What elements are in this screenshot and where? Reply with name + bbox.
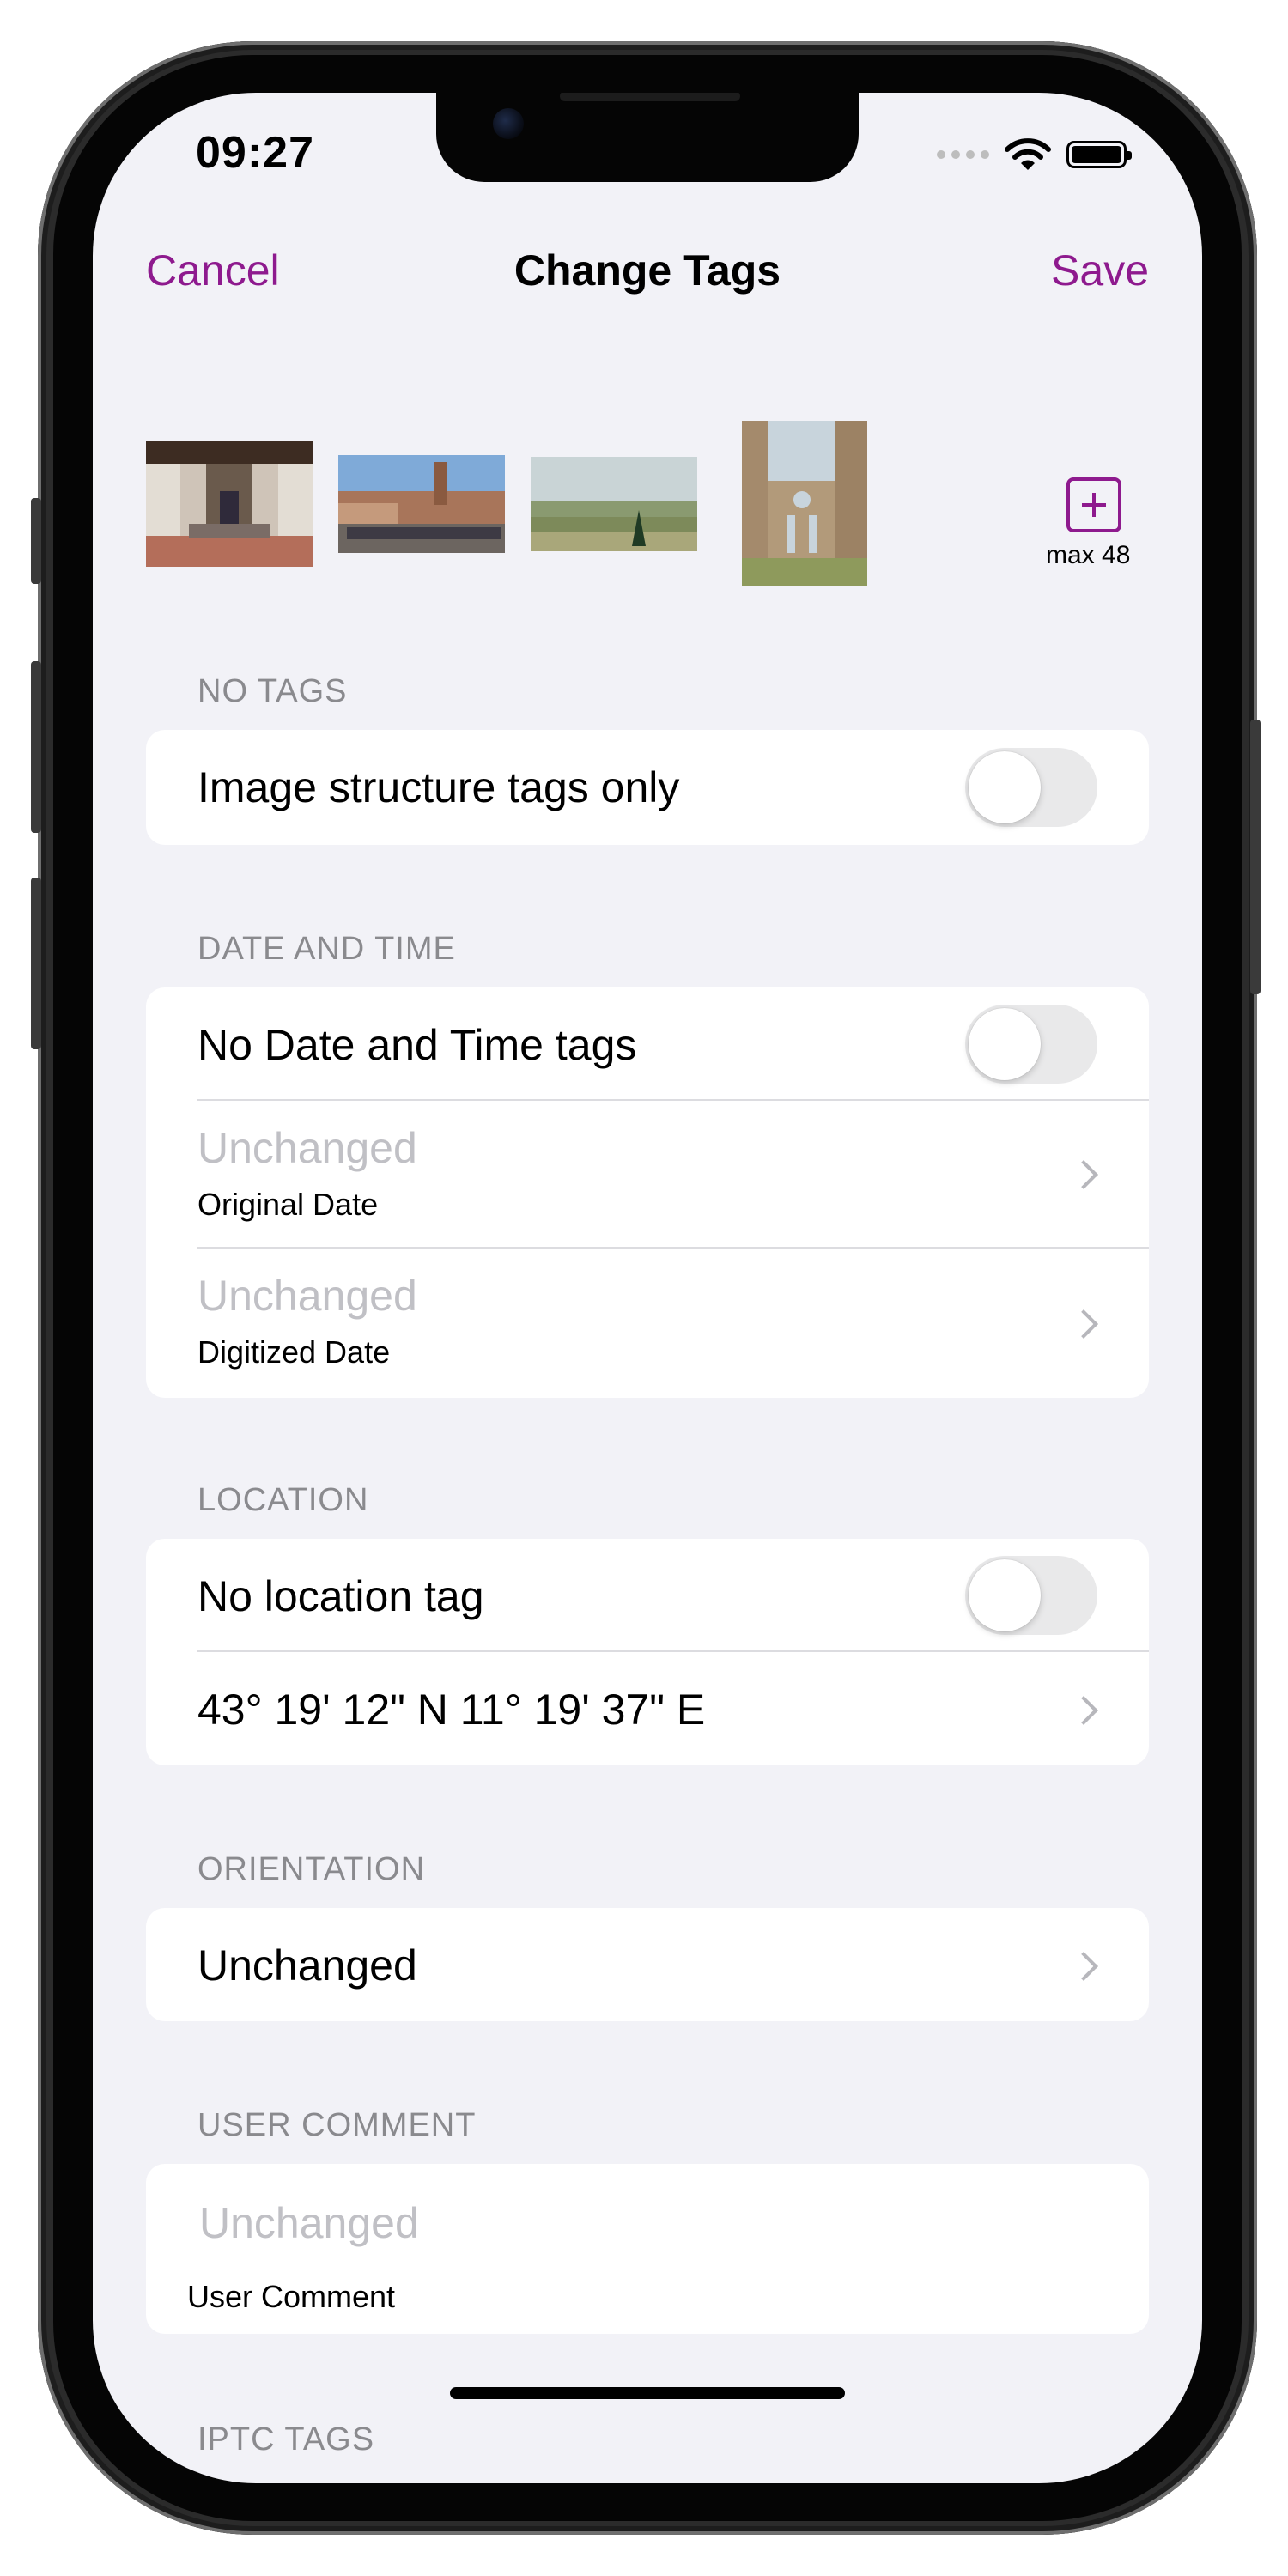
no-tags-group: Image structure tags only [146,730,1149,845]
wifi-icon [1005,138,1051,170]
original-date-label: Original Date [197,1187,379,1222]
thumbnail-countryside[interactable] [531,457,697,551]
location-group: No location tag 43° 19' 12" N 11° 19' 37… [146,1539,1149,1765]
front-camera [493,108,524,139]
section-header-no-tags: NO TAGS [197,673,348,709]
speaker-grille [560,93,740,101]
chevron-right-icon [1069,1160,1098,1189]
save-button[interactable]: Save [1051,246,1149,295]
thumbnail-church-interior[interactable] [146,441,313,567]
volume-down-button [31,878,41,1049]
digitized-date-label: Digitized Date [197,1334,391,1370]
coordinates-row[interactable]: 43° 19' 12" N 11° 19' 37" E [146,1652,1149,1765]
user-comment-group: Unchanged User Comment [146,2164,1149,2334]
section-header-date-time: DATE AND TIME [197,931,456,967]
status-time: 09:27 [196,128,314,178]
user-comment-input[interactable]: Unchanged [199,2198,419,2248]
section-header-user-comment: USER COMMENT [197,2107,477,2143]
orientation-value: Unchanged [197,1941,417,1990]
orientation-group[interactable]: Unchanged [146,1908,1149,2021]
home-indicator[interactable] [450,2387,845,2399]
cellular-signal-icon [937,150,989,159]
thumbnail-town-square[interactable] [338,455,505,553]
chevron-right-icon [1069,1696,1098,1725]
notch [436,93,859,182]
digitized-date-row[interactable]: Unchanged Digitized Date [146,1249,1149,1398]
image-structure-tags-toggle[interactable] [965,748,1097,827]
user-comment-label: User Comment [187,2279,396,2314]
max-images-label: max 48 [1046,541,1131,569]
chevron-right-icon [1069,1952,1098,1981]
screen: 09:27 Cancel Change Tags Save max 48 NO … [93,93,1202,2483]
section-header-iptc-tags: IPTC TAGS [197,2421,375,2458]
page-title: Change Tags [513,246,781,295]
no-location-label: No location tag [197,1572,484,1620]
date-time-group: No Date and Time tags Unchanged Original… [146,987,1149,1398]
no-date-time-row: No Date and Time tags [146,987,1149,1101]
power-button [1250,720,1261,994]
volume-up-button [31,661,41,833]
status-icons [937,137,1132,172]
mute-switch [31,498,41,584]
section-header-orientation: ORIENTATION [197,1851,426,1887]
coordinates-value: 43° 19' 12" N 11° 19' 37" E [197,1686,706,1734]
original-date-value: Unchanged [197,1124,417,1172]
no-location-row: No location tag [146,1539,1149,1652]
section-header-location: LOCATION [197,1482,369,1518]
chevron-right-icon [1069,1309,1098,1339]
no-date-time-toggle[interactable] [965,1005,1097,1084]
no-date-time-label: No Date and Time tags [197,1021,637,1069]
image-structure-tags-label: Image structure tags only [197,763,680,811]
digitized-date-value: Unchanged [197,1272,417,1320]
thumbnail-abbey-ruins[interactable] [742,421,867,586]
battery-icon [1066,141,1132,168]
add-image-button[interactable] [1066,477,1121,532]
no-location-toggle[interactable] [965,1556,1097,1635]
original-date-row[interactable]: Unchanged Original Date [146,1101,1149,1249]
